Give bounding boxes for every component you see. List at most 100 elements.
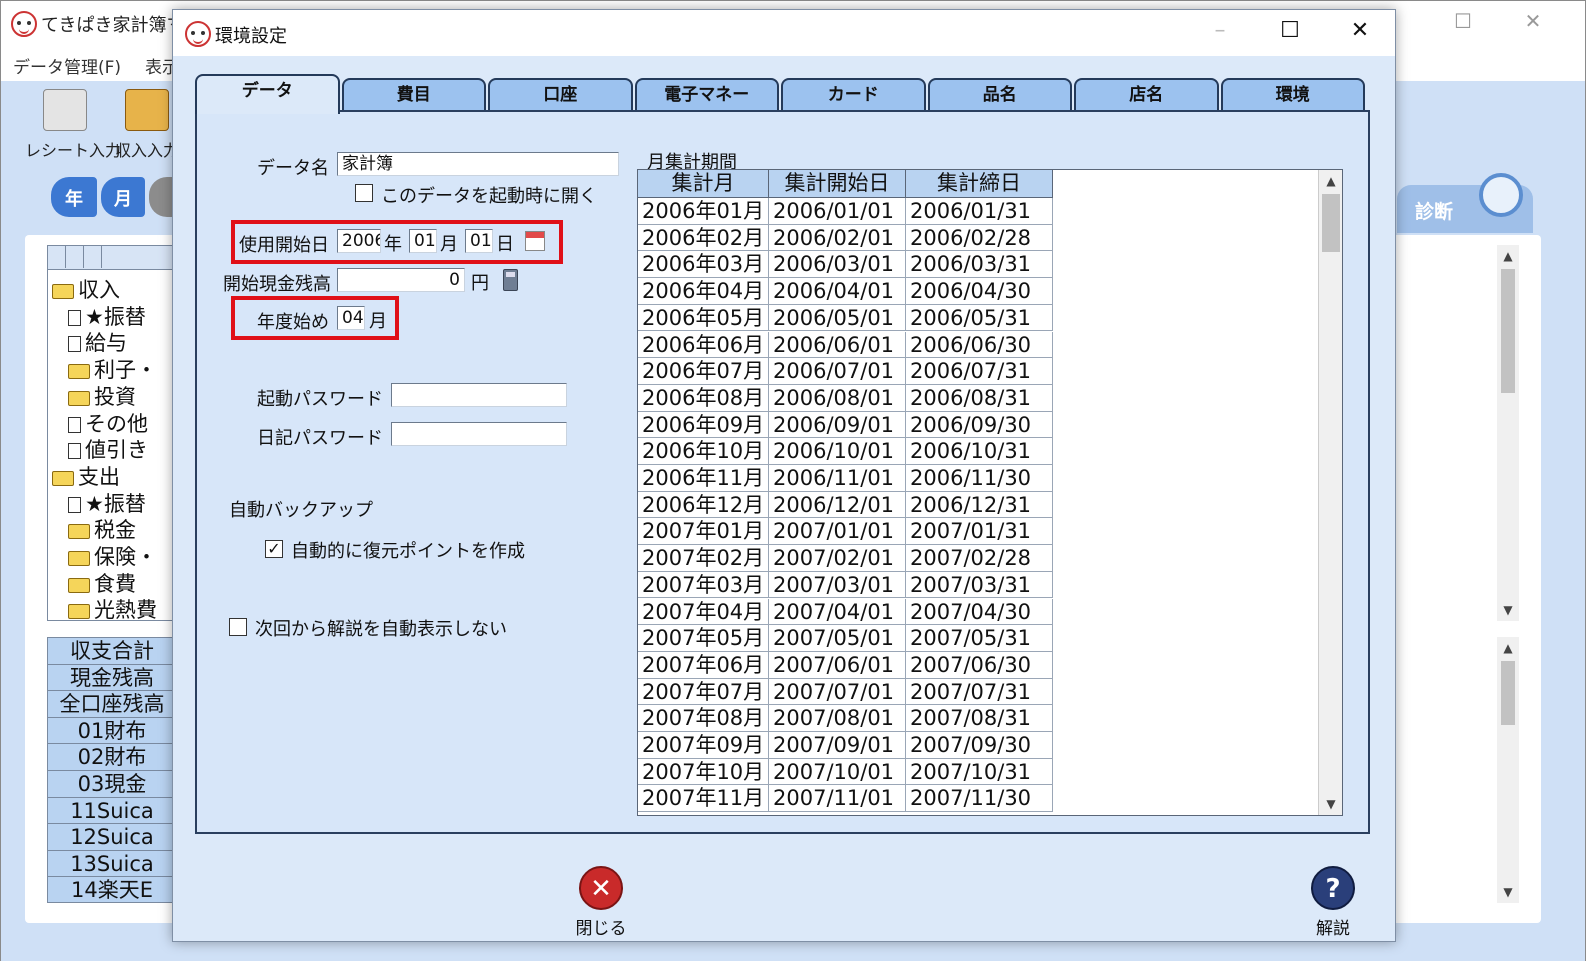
right-scrollbar-bottom[interactable]: ▲ ▼ xyxy=(1497,637,1519,903)
period-table[interactable]: 集計月 集計開始日 集計締日 2006年01月 2006/01/01 2006/01… xyxy=(637,169,1343,816)
tab-2[interactable]: 口座 xyxy=(488,78,633,112)
close-icon[interactable]: ✕ xyxy=(1337,18,1383,48)
tab-7[interactable]: 環境 xyxy=(1220,78,1365,112)
menu-data-management[interactable]: データ管理(F) xyxy=(13,53,121,78)
help-button[interactable]: ? 解説 xyxy=(1305,866,1361,939)
start-month-input[interactable]: 01 xyxy=(409,229,437,253)
maximize-icon[interactable]: ☐ xyxy=(1267,18,1313,48)
period-cell: 2007/11/30 xyxy=(906,785,1053,813)
period-row[interactable]: 2007年10月 2007/10/01 2007/10/31 xyxy=(638,758,1053,786)
period-cell: 2006年11月 xyxy=(638,465,769,492)
start-year-input[interactable]: 2006 xyxy=(337,229,381,253)
scroll-down-icon[interactable]: ▼ xyxy=(1319,797,1342,811)
diary-password-input[interactable] xyxy=(391,422,567,446)
maximize-icon[interactable]: ☐ xyxy=(1443,9,1483,33)
tab-6[interactable]: 店名 xyxy=(1074,78,1219,112)
open-on-start-checkbox[interactable] xyxy=(355,184,373,202)
scroll-up-icon[interactable]: ▲ xyxy=(1497,249,1519,263)
period-row[interactable]: 2006年04月 2006/04/01 2006/04/30 xyxy=(638,278,1053,305)
tab-0[interactable]: データ xyxy=(195,74,340,114)
scroll-down-icon[interactable]: ▼ xyxy=(1497,885,1519,899)
tree-item[interactable]: 保険・ xyxy=(68,541,157,571)
nav-month-button[interactable]: 月 xyxy=(101,177,145,217)
tree-item[interactable]: 光熱費 xyxy=(68,594,157,620)
scroll-up-icon[interactable]: ▲ xyxy=(1319,174,1342,188)
period-cell: 2007年11月 xyxy=(638,785,769,813)
settings-dialog: 環境設定 – ☐ ✕ データ 費目 口座 電子マネー カード 品名 店名 環境 データ名 家計… xyxy=(172,9,1396,942)
scroll-down-icon[interactable]: ▼ xyxy=(1497,603,1519,617)
tree-item[interactable]: 税金 xyxy=(68,514,136,544)
calendar-icon[interactable] xyxy=(525,231,545,251)
no-auto-help-checkbox[interactable] xyxy=(229,618,247,636)
tab-1[interactable]: 費目 xyxy=(341,78,486,112)
scroll-thumb[interactable] xyxy=(1322,194,1340,252)
tab-5[interactable]: 品名 xyxy=(927,78,1072,112)
period-cell: 2006/09/30 xyxy=(906,411,1053,439)
close-button[interactable]: ✕ 閉じる xyxy=(571,866,631,939)
close-icon[interactable]: ✕ xyxy=(1513,9,1553,33)
tree-item[interactable]: 給与 xyxy=(68,327,127,357)
settings-tabs: データ 費目 口座 電子マネー カード 品名 店名 環境 xyxy=(195,74,1370,114)
period-row[interactable]: 2006年07月 2006/07/01 2006/07/31 xyxy=(638,358,1053,385)
period-row[interactable]: 2006年03月 2006/03/01 2006/03/31 xyxy=(638,251,1053,279)
diagnosis-tab[interactable]: 診断 xyxy=(1397,173,1533,233)
tree-item[interactable]: その他 xyxy=(68,408,148,438)
period-row[interactable]: 2006年11月 2006/11/01 2006/11/30 xyxy=(638,465,1053,492)
nav-year-button[interactable]: 年 xyxy=(51,177,97,217)
tree-item[interactable]: 食費 xyxy=(68,568,136,598)
period-cell: 2006/01/31 xyxy=(906,198,1053,225)
initial-cash-input[interactable]: 0 xyxy=(337,268,465,292)
fiscal-start-input[interactable]: 04 xyxy=(337,306,365,330)
period-row[interactable]: 2007年05月 2007/05/01 2007/05/31 xyxy=(638,625,1053,652)
year-unit-label: 年 xyxy=(384,234,402,255)
period-cell: 2006/03/31 xyxy=(906,251,1053,279)
period-cell: 2007年03月 xyxy=(638,571,769,599)
tree-item[interactable]: 投資 xyxy=(68,381,136,411)
scroll-thumb[interactable] xyxy=(1501,269,1515,393)
period-row[interactable]: 2006年01月 2006/01/01 2006/01/31 xyxy=(638,198,1053,225)
category-tree[interactable]: 収入 ★振替 給与 利子・ 投資 その他 値引き 支出 ★振替 税金 保険・ 食費 光熱費 xyxy=(47,245,177,621)
period-row[interactable]: 2006年05月 2006/05/01 2006/05/31 xyxy=(638,304,1053,332)
period-row[interactable]: 2007年04月 2007/04/01 2007/04/30 xyxy=(638,598,1053,626)
period-row[interactable]: 2007年03月 2007/03/01 2007/03/31 xyxy=(638,571,1053,599)
period-row[interactable]: 2007年06月 2007/06/01 2007/06/30 xyxy=(638,651,1053,679)
period-row[interactable]: 2007年01月 2007/01/01 2007/01/31 xyxy=(638,518,1053,546)
folder-icon xyxy=(52,284,74,299)
column-header: 集計月 xyxy=(638,170,769,198)
tree-item[interactable]: ★振替 xyxy=(68,301,146,331)
calculator-icon[interactable] xyxy=(503,269,518,291)
tree-item[interactable]: 収入 xyxy=(52,274,120,304)
tree-item[interactable]: 値引き xyxy=(68,434,148,464)
period-row[interactable]: 2007年02月 2007/02/01 2007/02/28 xyxy=(638,545,1053,572)
period-row[interactable]: 2006年12月 2006/12/01 2006/12/31 xyxy=(638,491,1053,519)
period-cell: 2007/02/28 xyxy=(906,545,1053,572)
tree-item[interactable]: 支出 xyxy=(52,461,120,491)
app-logo-icon xyxy=(11,11,37,37)
summary-row: 11Suica xyxy=(48,797,176,825)
period-row[interactable]: 2006年08月 2006/08/01 2006/08/31 xyxy=(638,384,1053,412)
period-row[interactable]: 2006年06月 2006/06/01 2006/06/30 xyxy=(638,331,1053,359)
period-cell: 2006年03月 xyxy=(638,251,769,279)
period-row[interactable]: 2006年10月 2006/10/01 2006/10/31 xyxy=(638,438,1053,465)
scroll-thumb[interactable] xyxy=(1501,661,1515,725)
period-row[interactable]: 2006年09月 2006/09/01 2006/09/30 xyxy=(638,411,1053,439)
period-row[interactable]: 2007年11月 2007/11/01 2007/11/30 xyxy=(638,785,1053,813)
period-row[interactable]: 2007年07月 2007/07/01 2007/07/31 xyxy=(638,678,1053,706)
scroll-up-icon[interactable]: ▲ xyxy=(1497,641,1519,655)
tab-3[interactable]: 電子マネー xyxy=(634,78,779,112)
auto-backup-checkbox[interactable]: ✓ xyxy=(265,540,283,558)
startup-password-input[interactable] xyxy=(391,383,567,407)
period-row[interactable]: 2006年02月 2006/02/01 2006/02/28 xyxy=(638,224,1053,252)
period-row[interactable]: 2007年09月 2007/09/01 2007/09/30 xyxy=(638,732,1053,759)
tab-4[interactable]: カード xyxy=(781,78,926,112)
data-name-input[interactable]: 家計簿 xyxy=(337,152,619,176)
period-cell: 2007/09/30 xyxy=(906,732,1053,759)
diagnosis-label: 診断 xyxy=(1415,201,1454,223)
period-row[interactable]: 2007年08月 2007/08/01 2007/08/31 xyxy=(638,705,1053,732)
period-scrollbar[interactable]: ▲ ▼ xyxy=(1318,170,1342,815)
tree-item[interactable]: ★振替 xyxy=(68,488,146,518)
receipt-entry-button[interactable]: レシート入力 xyxy=(25,89,121,160)
tree-item[interactable]: 利子・ xyxy=(68,354,157,384)
right-scrollbar-top[interactable]: ▲ ▼ xyxy=(1497,245,1519,621)
start-day-input[interactable]: 01 xyxy=(465,229,493,253)
